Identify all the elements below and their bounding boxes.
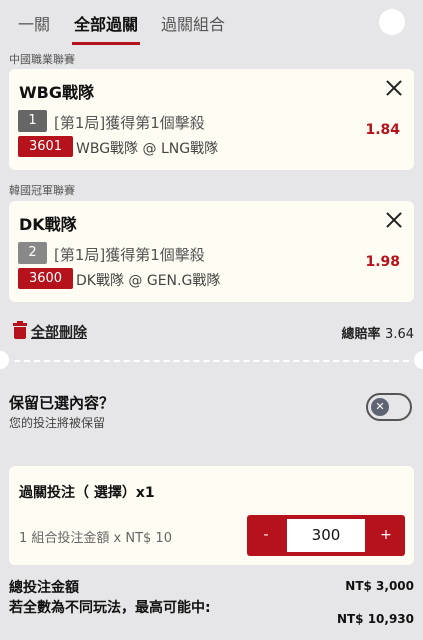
market-name: [第1局]獲得第1個擊殺 [54,246,205,264]
menu-toggle-button[interactable] [379,9,405,35]
bet-type-tabs: 一關 全部過關 過關組合 [0,0,423,45]
parlay-title: 過關投注（ 選擇）x1 [19,485,155,501]
decrease-stake-button[interactable]: - [247,515,285,556]
league-label: 韓國冠軍聯賽 [9,184,75,197]
divider-notch-right [414,351,423,369]
remove-bet-icon[interactable] [384,78,404,98]
selection-number-badge: 1 [18,110,47,132]
match-name: DK戰隊 @ GEN.G戰隊 [76,273,221,289]
trash-icon[interactable] [13,321,27,339]
parlay-stake-card: 過關投注（ 選擇）x1 1 組合投注金額 x NT$ 10 - 300 + [9,466,414,565]
match-name: WBG戰隊 @ LNG戰隊 [76,141,219,157]
selection-team: DK戰隊 [19,215,77,234]
selection-team: WBG戰隊 [19,83,94,102]
remove-bet-icon[interactable] [384,210,404,230]
odds-value: 1.98 [365,254,400,270]
delete-all-button[interactable]: 全部刪除 [31,322,87,342]
max-payout-value: NT$ 10,930 [336,612,414,626]
total-odds: 總賠率 3.64 [342,323,415,342]
match-code-badge: 3601 [18,136,73,157]
keep-selections-toggle[interactable]: ✕ [366,393,412,421]
max-payout-label: 若全數為不同玩法，最高可能中: [9,600,211,616]
dashed-divider [14,360,409,362]
odds-value: 1.84 [365,122,400,138]
tab-parlay-combo[interactable]: 過關組合 [161,11,225,35]
stake-amount-input[interactable]: 300 [287,519,365,552]
total-odds-label: 總賠率 [341,327,381,342]
increase-stake-button[interactable]: + [367,515,405,556]
divider-notch-left [0,351,9,369]
stake-stepper: - 300 + [247,515,405,556]
keep-selections-title: 保留已選內容？ [9,394,115,412]
market-name: [第1局]獲得第1個擊殺 [54,114,205,132]
selection-number-badge: 2 [18,242,47,264]
league-label: 中國職業聯賽 [9,53,75,66]
toggle-off-icon: ✕ [371,398,389,416]
total-stake-label: 總投注金額 [9,580,79,596]
unit-stake-label: 1 組合投注金額 x NT$ 10 [19,531,172,546]
total-odds-value: 3.64 [385,327,414,342]
bet-card: DK戰隊 2 [第1局]獲得第1個擊殺 3600 DK戰隊 @ GEN.G戰隊 … [9,201,414,302]
bet-card: WBG戰隊 1 [第1局]獲得第1個擊殺 3601 WBG戰隊 @ LNG戰隊 … [9,69,414,170]
keep-selections-subtitle: 您的投注將被保留 [9,416,106,430]
tab-single[interactable]: 一關 [18,11,50,35]
tab-all-parlay[interactable]: 全部過關 [71,11,141,45]
total-stake-value: NT$ 3,000 [345,579,414,593]
match-code-badge: 3600 [18,268,73,289]
